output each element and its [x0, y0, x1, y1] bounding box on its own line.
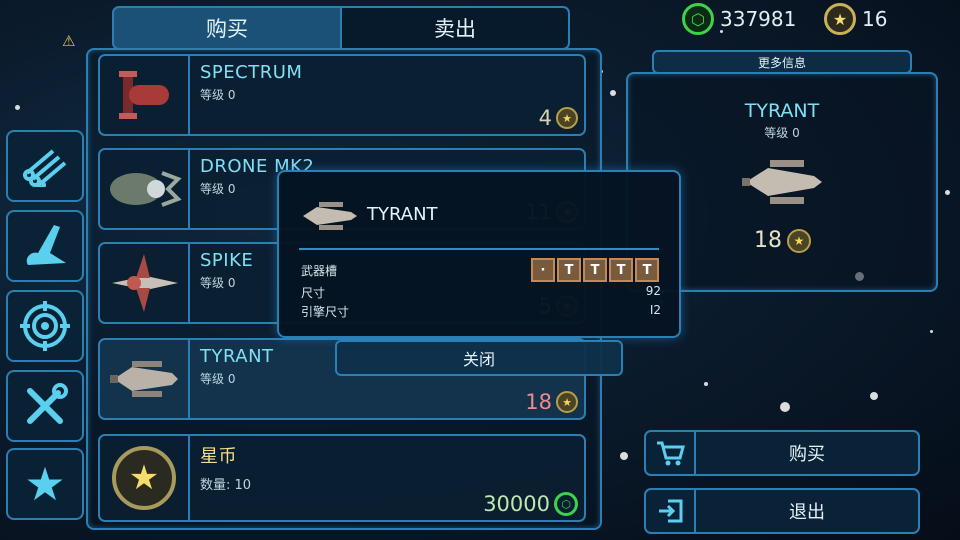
weapon-slot: T: [557, 258, 581, 282]
item-level: 等级 0: [200, 372, 236, 386]
star-coin-thumbnail: ★: [100, 436, 190, 520]
credits-amount: 337981: [720, 7, 797, 31]
item-name: SPIKE: [200, 250, 254, 271]
cart-icon: [646, 432, 696, 474]
star-coin-icon: ★: [556, 107, 578, 129]
side-item-star[interactable]: ★: [6, 448, 84, 520]
tab-bar: 购买 卖出: [112, 6, 570, 50]
detail-ship-image: [742, 160, 822, 204]
weapon-slots-label: 武器槽: [301, 264, 338, 278]
side-item-pipes[interactable]: [6, 130, 84, 202]
buy-button-label: 购买: [789, 444, 825, 465]
tools-icon: [27, 383, 68, 424]
item-name: TYRANT: [200, 346, 274, 367]
ship-thumbnail: [100, 340, 190, 418]
item-level: 等级 0: [200, 182, 236, 196]
credits-display: ⬡ 337981: [682, 3, 796, 35]
price-value: 30000: [483, 492, 550, 516]
item-level: 等级 0: [200, 276, 236, 290]
exit-button[interactable]: 退出: [644, 488, 920, 534]
item-name: 星币: [200, 446, 237, 467]
weapon-slot: T: [583, 258, 607, 282]
price-value: 18: [525, 390, 552, 414]
ship-thumbnail: [100, 244, 190, 322]
size-value: 92: [645, 284, 661, 298]
weapon-slots: · T T T T: [531, 258, 659, 282]
price-value: 4: [538, 106, 552, 130]
hexagon-credit-icon: ⬡: [682, 3, 714, 35]
weapon-slot: ·: [531, 258, 555, 282]
item-price: 30000 ⬡: [483, 492, 578, 516]
list-item[interactable]: ★ 星币 数量: 10 30000 ⬡: [98, 434, 586, 522]
engine-size-label: 引擎尺寸: [301, 305, 350, 319]
close-popup-button[interactable]: 关闭: [335, 340, 623, 376]
target-icon: [20, 301, 70, 351]
detail-price-value: 18: [754, 228, 782, 253]
side-item-wing[interactable]: [6, 210, 84, 282]
ship-thumbnail: [100, 56, 190, 134]
star-coin-icon: ★: [824, 3, 856, 35]
item-name: SPECTRUM: [200, 62, 303, 83]
ship-info-popup: TYRANT 武器槽 · T T T T 尺寸 92 引擎尺寸 I2: [277, 170, 681, 338]
stars-amount: 16: [862, 7, 888, 31]
side-item-target[interactable]: [6, 290, 84, 362]
item-price: 18 ★: [525, 390, 578, 414]
detail-price: 18 ★: [754, 228, 811, 253]
popup-ship-icon: [303, 202, 357, 230]
buy-button[interactable]: 购买: [644, 430, 920, 476]
star-icon: ★: [24, 457, 66, 511]
exit-icon: [646, 490, 696, 532]
detail-ship-name: TYRANT: [744, 100, 820, 122]
stars-display: ★ 16: [824, 3, 887, 35]
star-coin-icon: ★: [787, 228, 811, 253]
star-coin-icon: ★: [556, 391, 578, 413]
more-info-button[interactable]: 更多信息: [652, 50, 912, 74]
pipes-icon: [23, 149, 67, 187]
tab-buy[interactable]: 购买: [112, 6, 342, 50]
star-coin-icon: ★: [112, 446, 176, 510]
popup-divider: [299, 248, 659, 250]
weapon-slot: T: [609, 258, 633, 282]
popup-ship-name: TYRANT: [367, 204, 438, 225]
weapon-slot: T: [635, 258, 659, 282]
warning-icon: ⚠: [62, 32, 76, 50]
exit-button-label: 退出: [789, 502, 825, 523]
item-price: 4 ★: [539, 106, 578, 130]
hexagon-credit-icon: ⬡: [554, 492, 578, 516]
side-item-tools[interactable]: [6, 370, 84, 442]
list-item[interactable]: SPECTRUM 等级 0 4 ★: [98, 54, 586, 136]
tab-sell[interactable]: 卖出: [342, 6, 570, 50]
item-quantity: 数量: 10: [200, 478, 252, 493]
wing-icon: [26, 225, 67, 265]
item-level: 等级 0: [200, 88, 236, 102]
detail-ship-level: 等级 0: [764, 126, 800, 140]
size-label: 尺寸: [301, 286, 326, 300]
engine-size-value: I2: [649, 303, 661, 317]
ship-thumbnail: [100, 150, 190, 228]
